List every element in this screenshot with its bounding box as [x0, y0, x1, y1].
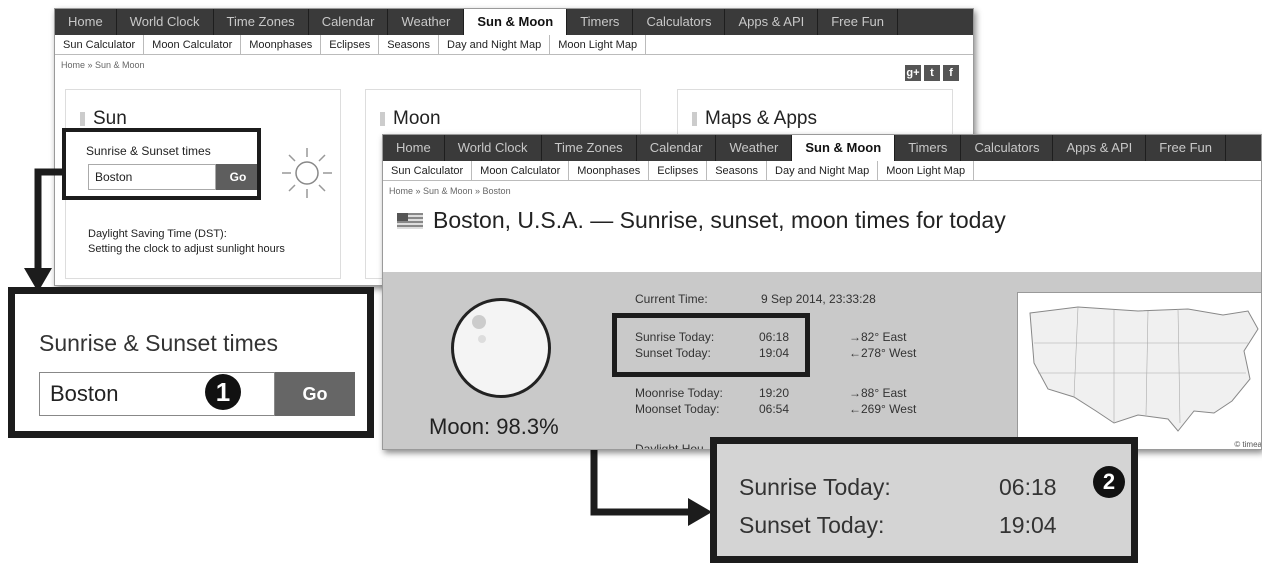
moonrise-value: 19:20 — [759, 386, 790, 400]
usa-map[interactable]: © timea — [1017, 292, 1262, 449]
subnav-moonphases[interactable]: Moonphases — [569, 161, 650, 180]
nav-apps-api[interactable]: Apps & API — [1053, 135, 1147, 161]
nav-time-zones[interactable]: Time Zones — [542, 135, 637, 161]
times-panel: Moon: 98.3% Current Time: 9 Sep 2014, 23… — [383, 272, 1262, 450]
callout-sunrise-value: 06:18 — [999, 474, 1057, 500]
callout-sunrise-label: Sunrise Today: — [739, 474, 891, 500]
nav-sun-moon[interactable]: Sun & Moon — [792, 135, 896, 161]
moonset-value: 06:54 — [759, 402, 790, 416]
subnav-moon-calculator[interactable]: Moon Calculator — [472, 161, 570, 180]
sub-nav-2: Sun Calculator Moon Calculator Moonphase… — [383, 161, 1261, 181]
subnav-eclipses[interactable]: Eclipses — [649, 161, 708, 180]
callout-go-button[interactable]: Go — [275, 372, 355, 416]
subnav-seasons[interactable]: Seasons — [707, 161, 768, 180]
map-outline-icon — [1029, 306, 1259, 432]
moon-illumination: Moon: 98.3% — [429, 414, 559, 439]
subnav-sun-calculator[interactable]: Sun Calculator — [383, 161, 473, 180]
callout-search-zoom: Sunrise & Sunset times Boston 1 Go — [8, 287, 374, 438]
page-title: Boston, U.S.A. — Sunrise, sunset, moon t… — [383, 201, 1261, 234]
breadcrumb[interactable]: Home » Sun & Moon » Boston — [383, 181, 1261, 201]
callout-sunrise-label: Sunrise & Sunset times — [39, 330, 279, 356]
page-title-text: Boston, U.S.A. — Sunrise, sunset, moon t… — [433, 207, 1006, 233]
highlight-box-2 — [612, 313, 810, 377]
nav-world-clock[interactable]: World Clock — [445, 135, 542, 161]
moonrise-label: Moonrise Today: — [635, 386, 723, 400]
callout-times-zoom: Sunrise Today: 06:18 2 Sunset Today: 19:… — [710, 437, 1138, 563]
nav-home[interactable]: Home — [383, 135, 445, 161]
main-nav-2: Home World Clock Time Zones Calendar Wea… — [383, 135, 1261, 161]
subnav-day-night-map[interactable]: Day and Night Map — [767, 161, 879, 180]
step-number-badge: 1 — [205, 374, 241, 410]
step-number-badge: 2 — [1093, 466, 1125, 498]
current-time-value: 9 Sep 2014, 23:33:28 — [761, 292, 876, 306]
callout-sunset-value: 19:04 — [999, 512, 1057, 538]
moonset-direction: ←269° West — [849, 402, 917, 416]
nav-weather[interactable]: Weather — [716, 135, 793, 161]
us-flag-icon — [397, 212, 423, 229]
nav-calculators[interactable]: Calculators — [961, 135, 1054, 161]
screenshot-boston-times: Home World Clock Time Zones Calendar Wea… — [382, 134, 1262, 450]
sunset-direction: ←278° West — [849, 346, 917, 360]
subnav-moon-light-map[interactable]: Moon Light Map — [878, 161, 975, 180]
nav-timers[interactable]: Timers — [895, 135, 962, 161]
moonset-label: Moonset Today: — [635, 402, 720, 416]
callout-sunset-label: Sunset Today: — [739, 512, 885, 538]
nav-free-fun[interactable]: Free Fun — [1146, 135, 1226, 161]
nav-calendar[interactable]: Calendar — [637, 135, 717, 161]
daylight-label: Daylight Hou — [635, 442, 704, 450]
map-credit: © timea — [1234, 440, 1262, 449]
moon-phase-icon — [451, 298, 551, 398]
current-time-label: Current Time: — [635, 292, 708, 306]
moonrise-direction: →88° East — [849, 386, 907, 400]
sunrise-direction: →82° East — [849, 330, 907, 344]
